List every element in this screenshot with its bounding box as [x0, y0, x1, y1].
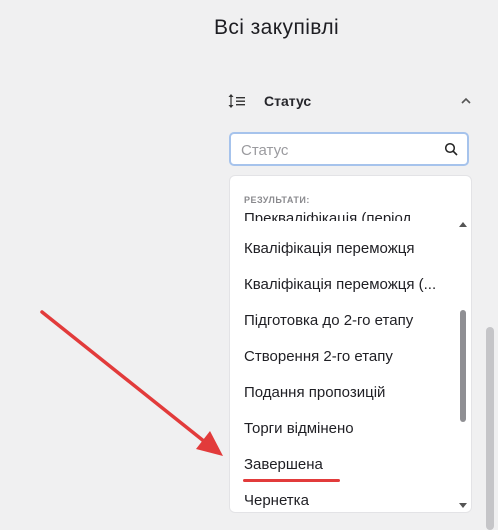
- annotation-arrow: [40, 310, 223, 456]
